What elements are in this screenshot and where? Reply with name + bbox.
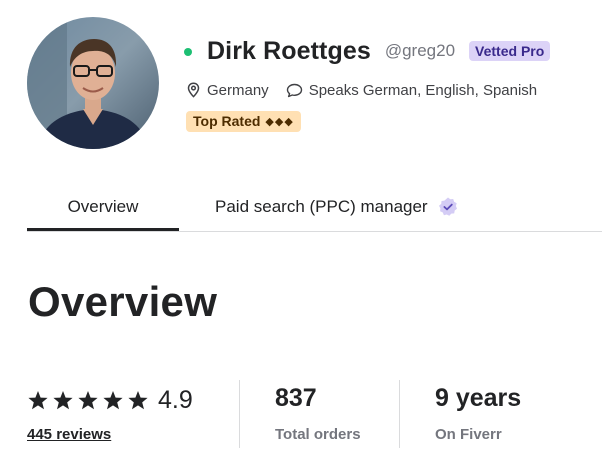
tab-overview[interactable]: Overview	[27, 185, 179, 231]
online-status-dot	[184, 48, 192, 56]
top-rated-badge[interactable]: Top Rated ◆◆◆	[186, 111, 301, 132]
years-stat: 9 years On Fiverr	[399, 380, 599, 448]
avatar[interactable]	[27, 17, 159, 149]
years-value: 9 years	[435, 384, 522, 412]
location-text: Germany	[207, 81, 269, 99]
profile-header: Dirk Roettges @greg20 Vetted Pro	[184, 35, 551, 67]
stats-row: 4.9 445 reviews 837 Total orders 9 years…	[27, 380, 602, 448]
profile-name[interactable]: Dirk Roettges	[207, 37, 371, 66]
reviews-link[interactable]: 445 reviews	[27, 426, 239, 443]
verified-badge-icon	[437, 196, 459, 218]
rating-stars: 4.9	[27, 382, 239, 418]
tab-ppc-manager-label: Paid search (PPC) manager	[215, 197, 428, 216]
location-pin-icon	[186, 82, 201, 98]
orders-stat: 837 Total orders	[239, 380, 399, 448]
rating-value: 4.9	[158, 385, 193, 414]
languages-item: Speaks German, English, Spanish	[286, 82, 537, 99]
profile-handle: @greg20	[384, 41, 456, 60]
section-title-overview: Overview	[28, 278, 218, 325]
orders-value: 837	[275, 384, 317, 412]
speech-bubble-icon	[286, 83, 303, 98]
tab-ppc-manager[interactable]: Paid search (PPC) manager	[215, 185, 459, 229]
tab-overview-label: Overview	[67, 196, 139, 216]
profile-tabs: Overview Paid search (PPC) manager	[27, 185, 602, 232]
years-label: On Fiverr	[435, 426, 502, 443]
star-icon	[52, 390, 74, 411]
languages-text: Speaks German, English, Spanish	[308, 81, 538, 99]
star-icon	[127, 390, 149, 411]
star-icon	[77, 390, 99, 411]
orders-label: Total orders	[275, 426, 361, 443]
vetted-pro-badge[interactable]: Vetted Pro	[469, 41, 551, 61]
profile-meta: Germany Speaks German, English, Spanish	[186, 79, 537, 101]
location-item: Germany	[186, 82, 269, 99]
star-icon	[102, 390, 124, 411]
star-icon	[27, 390, 49, 411]
top-rated-label: Top Rated	[193, 113, 261, 129]
rating-stat: 4.9 445 reviews	[27, 380, 239, 448]
diamond-icons: ◆◆◆	[265, 115, 294, 128]
